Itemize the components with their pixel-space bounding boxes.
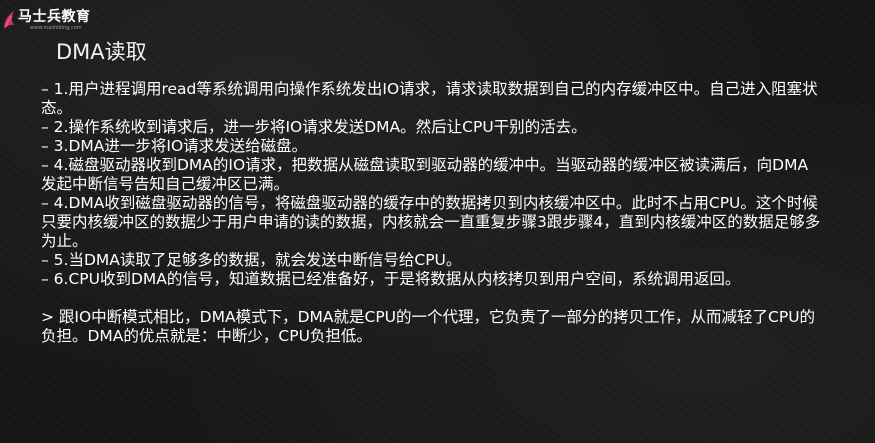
bullet-item: – 1.用户进程调用read等系统调用向操作系统发出IO请求，请求读取数据到自己… bbox=[41, 80, 818, 117]
brand-url: www.mashibing.com bbox=[30, 24, 82, 31]
bullet-item: – 6.CPU收到DMA的信号，知道数据已经准备好，于是将数据从内核拷贝到用户空… bbox=[41, 270, 741, 288]
brand-mark-icon bbox=[4, 11, 14, 29]
bullet-item: – 5.当DMA读取了足够多的数据，就会发送中断信号给CPU。 bbox=[41, 251, 462, 269]
bullet-item: – 4.磁盘驱动器收到DMA的IO请求，把数据从磁盘读取到驱动器的缓冲中。当驱动… bbox=[41, 156, 809, 193]
slide: 马士兵教育 www.mashibing.com DMA读取 – 1.用户进程调用… bbox=[0, 0, 875, 443]
bullet-item: – 4.DMA收到磁盘驱动器的信号，将磁盘驱动器的缓存中的数据拷贝到内核缓冲区中… bbox=[41, 194, 821, 250]
slide-content: – 1.用户进程调用read等系统调用向操作系统发出IO请求，请求读取数据到自己… bbox=[41, 80, 821, 346]
brand-logo: 马士兵教育 www.mashibing.com bbox=[2, 6, 91, 34]
bullet-item: – 2.操作系统收到请求后，进一步将IO请求发送DMA。然后让CPU干别的活去。 bbox=[41, 118, 587, 136]
slide-title: DMA读取 bbox=[56, 40, 147, 64]
bullet-item: – 3.DMA进一步将IO请求发送给磁盘。 bbox=[41, 137, 308, 155]
brand-name: 马士兵教育 bbox=[18, 8, 91, 25]
summary-note: > 跟IO中断模式相比，DMA模式下，DMA就是CPU的一个代理，它负责了一部分… bbox=[41, 308, 816, 345]
